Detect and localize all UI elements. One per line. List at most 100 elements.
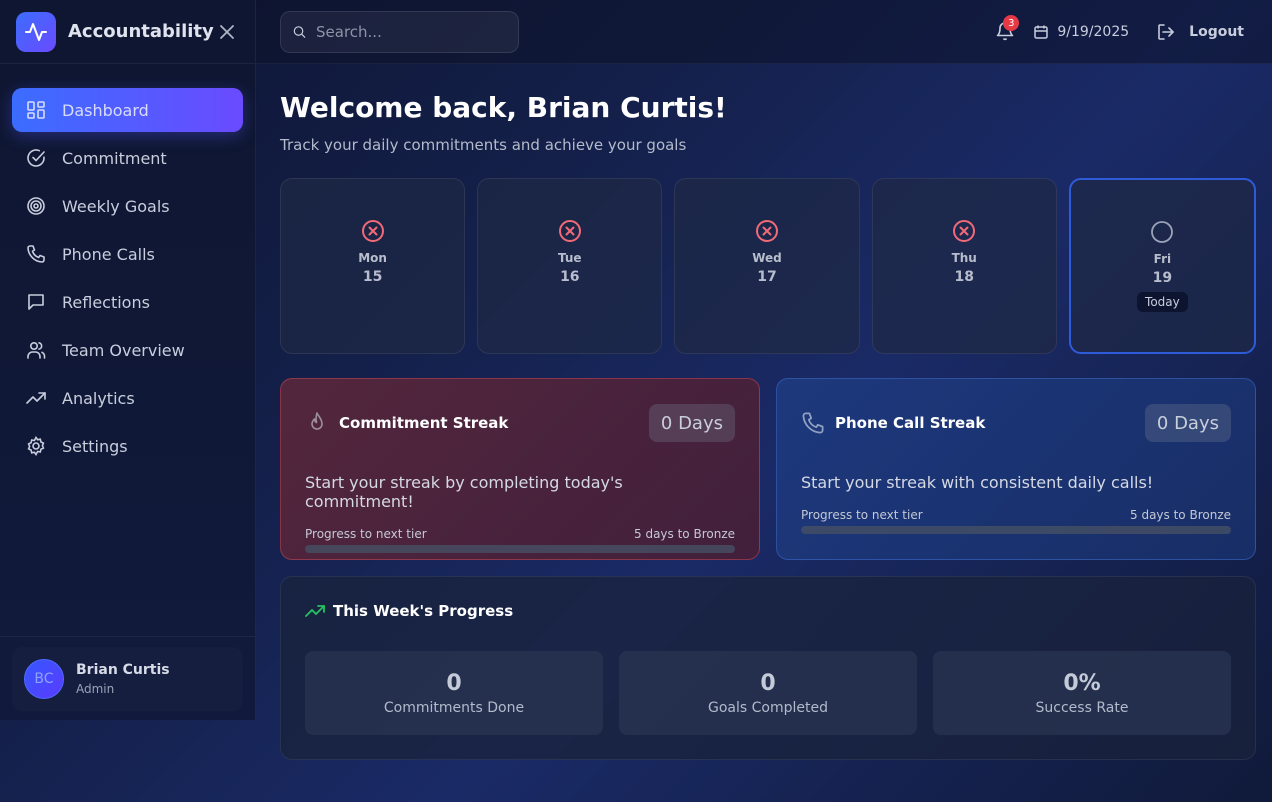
phone-icon [802, 412, 824, 434]
gear-icon [26, 436, 46, 456]
search-input[interactable] [316, 23, 506, 41]
user-profile-card[interactable]: BC Brian Curtis Admin [12, 647, 243, 711]
logout-label: Logout [1189, 24, 1244, 40]
calendar-icon [1034, 25, 1049, 39]
sidebar-item-dashboard[interactable]: Dashboard [12, 88, 243, 132]
progress-label: Progress to next tier [801, 508, 923, 522]
day-number: 16 [560, 269, 580, 285]
progress-bar [801, 526, 1231, 534]
user-name: Brian Curtis [76, 662, 170, 678]
sidebar-item-settings[interactable]: Settings [12, 424, 243, 468]
logout-icon [1158, 24, 1174, 40]
stat-success-rate: 0% Success Rate [933, 651, 1231, 735]
date-display: 9/19/2025 [1033, 24, 1129, 40]
day-card-tue[interactable]: Tue 16 [477, 178, 663, 354]
today-badge: Today [1137, 292, 1188, 312]
stat-label: Goals Completed [708, 699, 828, 716]
trending-up-icon [305, 605, 325, 617]
sidebar-item-label: Commitment [62, 148, 167, 168]
sidebar-item-label: Team Overview [62, 340, 185, 360]
users-icon [26, 340, 46, 360]
day-card-mon[interactable]: Mon 15 [280, 178, 466, 354]
commitment-streak-card: Commitment Streak 0 Days Start your stre… [280, 378, 760, 560]
sidebar-item-reflections[interactable]: Reflections [12, 280, 243, 324]
streak-title: Phone Call Streak [835, 414, 986, 432]
message-icon [26, 292, 46, 312]
check-circle-icon [26, 148, 46, 168]
stat-value: 0% [1063, 670, 1101, 696]
streak-message: Start your streak with consistent daily … [801, 473, 1154, 492]
sidebar-item-team-overview[interactable]: Team Overview [12, 328, 243, 372]
sidebar-nav: Dashboard Commitment Weekly Goals Phone … [0, 64, 255, 468]
x-circle-icon [558, 220, 581, 242]
main-content: Welcome back, Brian Curtis! Track your d… [280, 64, 1257, 760]
day-name: Wed [752, 251, 782, 265]
brand-header: Accountability [0, 0, 255, 64]
dashboard-icon [26, 100, 46, 120]
stat-commitments-done: 0 Commitments Done [305, 651, 603, 735]
phone-call-streak-card: Phone Call Streak 0 Days Start your stre… [776, 378, 1256, 560]
close-sidebar-button[interactable] [215, 20, 239, 44]
user-profile: BC Brian Curtis Admin [0, 636, 255, 720]
sidebar-item-label: Weekly Goals [62, 196, 170, 216]
sidebar-item-label: Phone Calls [62, 244, 155, 264]
day-card-thu[interactable]: Thu 18 [871, 178, 1057, 354]
flame-icon [311, 412, 323, 430]
stat-label: Commitments Done [383, 699, 525, 716]
sidebar-item-analytics[interactable]: Analytics [12, 376, 243, 420]
day-card-wed[interactable]: Wed 17 [674, 178, 860, 354]
day-name: Thu [951, 251, 977, 265]
x-circle-icon [361, 220, 384, 242]
sidebar-item-label: Dashboard [62, 100, 149, 120]
target-icon [26, 196, 46, 216]
top-bar: 3 9/19/2025 Logout [256, 0, 1272, 64]
day-name: Tue [558, 251, 582, 265]
activity-logo-icon [16, 11, 56, 52]
day-number: 19 [1152, 270, 1173, 286]
app-name: Accountability [68, 21, 214, 42]
avatar: BC [24, 659, 64, 699]
week-day-tracker: Mon 15 Tue 16 Wed 17 Thu 18 Fri 19 Today [280, 178, 1257, 354]
sidebar-item-label: Settings [62, 436, 128, 456]
day-name: Fri [1153, 252, 1172, 266]
progress-label: Progress to next tier [305, 527, 427, 541]
streak-title: Commitment Streak [339, 414, 509, 432]
section-title: This Week's Progress [333, 602, 514, 620]
streak-days-badge: 0 Days [1144, 404, 1231, 442]
page-title: Welcome back, Brian Curtis! [280, 91, 727, 124]
sidebar-item-commitment[interactable]: Commitment [12, 136, 243, 180]
streak-days-badge: 0 Days [648, 404, 735, 442]
empty-circle-icon [1151, 221, 1174, 243]
stat-goals-completed: 0 Goals Completed [619, 651, 917, 735]
sidebar-item-label: Analytics [62, 388, 135, 408]
notifications-button[interactable]: 3 [995, 15, 1020, 43]
stat-value: 0 [446, 670, 462, 696]
sidebar-item-label: Reflections [62, 292, 150, 312]
close-icon [220, 24, 234, 39]
current-date: 9/19/2025 [1057, 24, 1130, 40]
sidebar-item-phone-calls[interactable]: Phone Calls [12, 232, 243, 276]
stat-label: Success Rate [1035, 699, 1129, 716]
streak-message: Start your streak by completing today's … [305, 473, 623, 511]
page-subtitle: Track your daily commitments and achieve… [280, 136, 687, 154]
streak-cards: Commitment Streak 0 Days Start your stre… [280, 378, 1256, 560]
day-number: 18 [954, 269, 974, 285]
sidebar: Accountability Dashboard Commitment Week… [0, 0, 256, 720]
search-box [280, 11, 519, 53]
sidebar-item-weekly-goals[interactable]: Weekly Goals [12, 184, 243, 228]
progress-bar [305, 545, 735, 553]
user-role: Admin [76, 682, 115, 696]
search-icon [293, 26, 306, 38]
day-number: 17 [757, 269, 777, 285]
logout-button[interactable]: Logout [1157, 23, 1244, 41]
stat-value: 0 [760, 670, 776, 696]
phone-icon [26, 244, 46, 264]
trending-up-icon [26, 388, 46, 408]
x-circle-icon [953, 220, 976, 242]
progress-target: 5 days to Bronze [1130, 508, 1231, 522]
day-name: Mon [358, 251, 387, 265]
progress-target: 5 days to Bronze [634, 527, 735, 541]
x-circle-icon [756, 220, 778, 242]
day-card-fri-today[interactable]: Fri 19 Today [1068, 178, 1257, 354]
day-number: 15 [362, 269, 383, 285]
